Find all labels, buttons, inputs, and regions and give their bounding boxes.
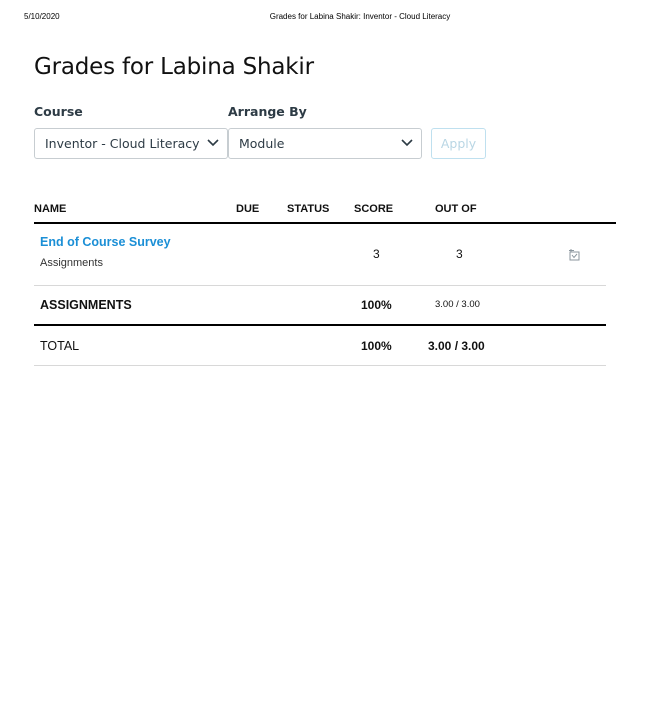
- arrange-by-select[interactable]: Module: [228, 128, 422, 159]
- rubric-icon[interactable]: [568, 248, 581, 262]
- course-select-value: Inventor - Cloud Literacy: [45, 136, 200, 151]
- column-header-status: STATUS: [287, 203, 330, 215]
- assignment-link[interactable]: End of Course Survey: [40, 235, 171, 249]
- chevron-down-icon: [401, 139, 413, 147]
- group-summary-label: ASSIGNMENTS: [40, 298, 132, 312]
- apply-button[interactable]: Apply: [431, 128, 486, 159]
- table-header-divider: [34, 222, 616, 224]
- total-score: 100%: [361, 339, 392, 353]
- assignment-out-of: 3: [456, 247, 463, 261]
- print-title: Grades for Labina Shakir: Inventor - Clo…: [269, 12, 451, 21]
- assignment-score: 3: [373, 247, 380, 261]
- row-divider: [34, 365, 606, 366]
- arrange-by-label: Arrange By: [228, 104, 307, 119]
- course-label: Course: [34, 104, 83, 119]
- column-header-due: DUE: [236, 203, 260, 215]
- summary-divider: [34, 324, 606, 326]
- chevron-down-icon: [207, 139, 219, 147]
- column-header-score: SCORE: [354, 203, 394, 215]
- page-title: Grades for Labina Shakir: [34, 54, 314, 80]
- print-header: 5/10/2020 Grades for Labina Shakir: Inve…: [0, 12, 647, 24]
- column-header-name: NAME: [34, 203, 67, 215]
- assignment-group: Assignments: [40, 257, 103, 269]
- total-out-of: 3.00 / 3.00: [428, 339, 485, 353]
- course-select[interactable]: Inventor - Cloud Literacy: [34, 128, 228, 159]
- arrange-by-select-value: Module: [239, 136, 285, 151]
- group-summary-score: 100%: [361, 298, 392, 312]
- group-summary-out-of: 3.00 / 3.00: [435, 299, 480, 310]
- column-header-out-of: OUT OF: [435, 203, 477, 215]
- total-label: TOTAL: [40, 339, 80, 353]
- row-divider: [34, 285, 606, 286]
